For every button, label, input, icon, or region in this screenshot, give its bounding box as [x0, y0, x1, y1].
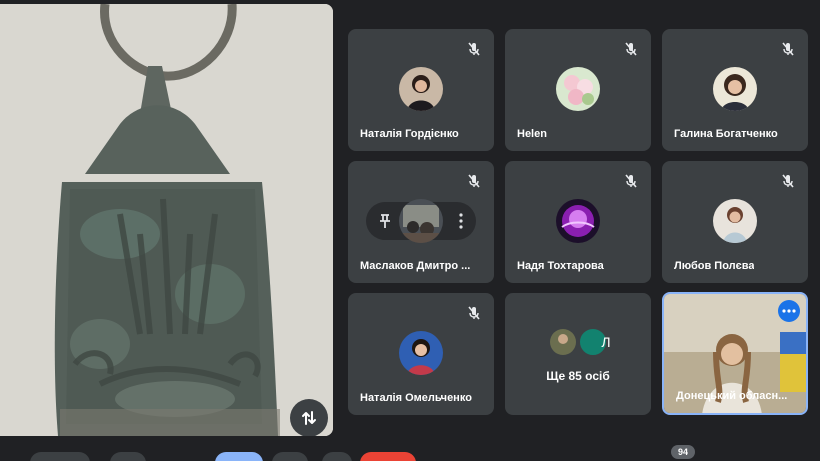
self-name: Донецький обласн... [676, 390, 788, 402]
self-view-tile[interactable]: Донецький обласн... [662, 292, 808, 415]
avatar-letter: Л [601, 334, 611, 350]
mic-off-icon [625, 174, 637, 188]
participant-name: Helen [517, 128, 547, 140]
more-horiz-icon [782, 309, 796, 313]
participant-tile[interactable]: Наталія Гордієнко [348, 29, 494, 151]
others-count-label: Ще 85 осіб [546, 369, 610, 383]
participant-name: Любов Полєва [674, 260, 755, 272]
people-count-badge: 94 [671, 445, 695, 459]
toolbar-button-active[interactable] [215, 452, 263, 461]
avatar [713, 199, 757, 243]
avatar [556, 199, 600, 243]
mic-off-icon [782, 42, 794, 56]
others-tile[interactable]: Л Ще 85 осіб [505, 293, 651, 415]
toolbar-button[interactable] [322, 452, 352, 461]
participant-tile[interactable]: Надя Тохтарова [505, 161, 651, 283]
participant-tile[interactable]: Галина Богатченко [662, 29, 808, 151]
participant-name: Маслаков Дмитро ... [360, 260, 471, 272]
toolbar-button[interactable] [30, 452, 90, 461]
pin-icon[interactable] [376, 212, 394, 230]
leave-call-button[interactable] [360, 452, 416, 461]
mic-off-icon [468, 174, 480, 188]
avatar [556, 67, 600, 111]
presentation-view [0, 4, 333, 436]
bottom-toolbar [0, 446, 820, 461]
avatar [399, 331, 443, 375]
swap-vertical-icon [302, 411, 316, 425]
artifact-image [0, 4, 333, 436]
participant-name: Галина Богатченко [674, 128, 778, 140]
more-vert-icon[interactable] [458, 213, 464, 229]
participant-name: Наталія Омельченко [360, 392, 472, 404]
self-options-button[interactable] [778, 300, 800, 322]
swap-button[interactable] [290, 399, 328, 436]
participant-name: Наталія Гордієнко [360, 128, 459, 140]
participant-tile[interactable]: Наталія Омельченко [348, 293, 494, 415]
mic-off-icon [468, 306, 480, 320]
participant-tile[interactable]: Helen [505, 29, 651, 151]
mic-off-icon [468, 42, 480, 56]
mic-off-icon [625, 42, 637, 56]
avatar [399, 67, 443, 111]
toolbar-button[interactable] [110, 452, 146, 461]
avatar [713, 67, 757, 111]
participant-tile[interactable]: Любов Полєва [662, 161, 808, 283]
participant-name: Надя Тохтарова [517, 260, 604, 272]
mic-off-icon [782, 174, 794, 188]
toolbar-button[interactable] [272, 452, 308, 461]
avatar [399, 199, 443, 243]
participant-tile[interactable]: Маслаков Дмитро ... [348, 161, 494, 283]
